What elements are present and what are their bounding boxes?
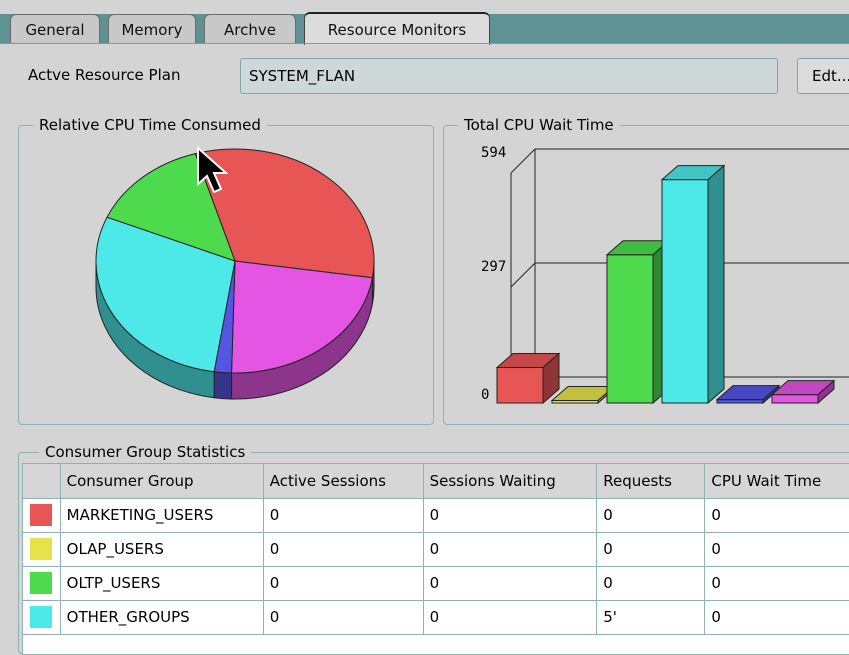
cell-cpu-wait-time: 0 (704, 566, 849, 601)
header-requests[interactable]: Requests (596, 464, 706, 499)
bar-front (716, 399, 764, 404)
cell-cpu-wait-time: 0 (704, 498, 849, 533)
tab-general[interactable]: General (10, 14, 100, 44)
table-row[interactable]: MARKETING_USERS 0 0 0 0 (23, 498, 849, 533)
tab-memory[interactable]: Memory (108, 14, 196, 44)
header-consumer-group[interactable]: Consumer Group (60, 464, 264, 499)
bar-front (771, 394, 819, 404)
bar-oltp-users (605, 239, 671, 405)
edit-plan-button[interactable]: Edt... (797, 58, 849, 94)
row-color-cell (23, 600, 61, 635)
cell-sessions-waiting: 0 (423, 532, 598, 567)
table-row[interactable]: OTHER_GROUPS 0 0 5' 0 (23, 600, 849, 635)
bar-front (606, 254, 654, 404)
cell-active-sessions: 0 (263, 600, 424, 635)
tab-resource-monitors[interactable]: Resource Monitors (304, 12, 490, 45)
row-color-cell (23, 498, 61, 533)
tab-bar: General Memory Archve Resource Monitors (0, 0, 849, 45)
table-row[interactable]: OLTP_USERS 0 0 0 0 (23, 566, 849, 601)
header-cpu-wait-time[interactable]: CPU Wait Time (704, 464, 849, 499)
stats-table-container: Consumer Group Active Sessions Sessions … (22, 463, 849, 655)
cell-active-sessions: 0 (263, 566, 424, 601)
pie-slice-magenta-group (231, 260, 374, 374)
pie-side-blue-group (213, 371, 233, 400)
row-color-cell (23, 532, 61, 567)
cell-consumer-group: OLTP_USERS (60, 566, 264, 601)
bar-other-groups (660, 164, 726, 405)
bar-front (661, 179, 709, 404)
cell-requests: 0 (596, 498, 706, 533)
y-tick-label: 594 (481, 145, 506, 161)
color-swatch (30, 572, 53, 594)
cell-sessions-waiting: 0 (423, 498, 598, 533)
row-color-cell (23, 566, 61, 601)
cell-sessions-waiting: 0 (423, 566, 598, 601)
tab-archive[interactable]: Archve (204, 14, 296, 44)
cell-requests: 5' (596, 600, 706, 635)
cell-active-sessions: 0 (263, 532, 424, 567)
cell-requests: 0 (596, 566, 706, 601)
cell-sessions-waiting: 0 (423, 600, 598, 635)
panel-border (0, 43, 849, 44)
bar-top (550, 385, 616, 401)
stats-title: Consumer Group Statistics (39, 443, 252, 461)
bar-chart: 0 297 594 (481, 145, 849, 405)
table-row[interactable]: OLAP_USERS 0 0 0 0 (23, 532, 849, 567)
y-tick-label: 0 (481, 387, 489, 403)
cell-cpu-wait-time: 0 (704, 532, 849, 567)
mouse-cursor-icon (197, 146, 229, 194)
gridline-depth (510, 262, 536, 288)
active-plan-label: Actve Resource Plan (28, 66, 181, 84)
color-swatch (30, 538, 53, 560)
cell-consumer-group: OLAP_USERS (60, 532, 264, 567)
cell-consumer-group: MARKETING_USERS (60, 498, 264, 533)
cell-active-sessions: 0 (263, 498, 424, 533)
bar-magenta-group (770, 379, 836, 405)
bar-olap-users (550, 385, 616, 405)
stats-table: Consumer Group Active Sessions Sessions … (23, 464, 849, 635)
gridline-depth (510, 148, 536, 174)
bar-marketing-users (495, 352, 561, 405)
y-tick-label: 297 (481, 259, 506, 275)
header-color[interactable] (23, 464, 61, 499)
cell-cpu-wait-time: 0 (704, 600, 849, 635)
bar-blue-group (715, 384, 781, 405)
color-swatch (30, 504, 53, 526)
color-swatch (30, 606, 53, 628)
active-plan-field[interactable]: SYSTEM_FLAN (240, 58, 778, 94)
header-active-sessions[interactable]: Active Sessions (263, 464, 424, 499)
bar-front (496, 367, 544, 404)
header-sessions-waiting[interactable]: Sessions Waiting (423, 464, 598, 499)
cell-requests: 0 (596, 532, 706, 567)
cell-consumer-group: OTHER_GROUPS (60, 600, 264, 635)
table-header-row: Consumer Group Active Sessions Sessions … (23, 464, 849, 499)
bar-side (707, 164, 725, 405)
